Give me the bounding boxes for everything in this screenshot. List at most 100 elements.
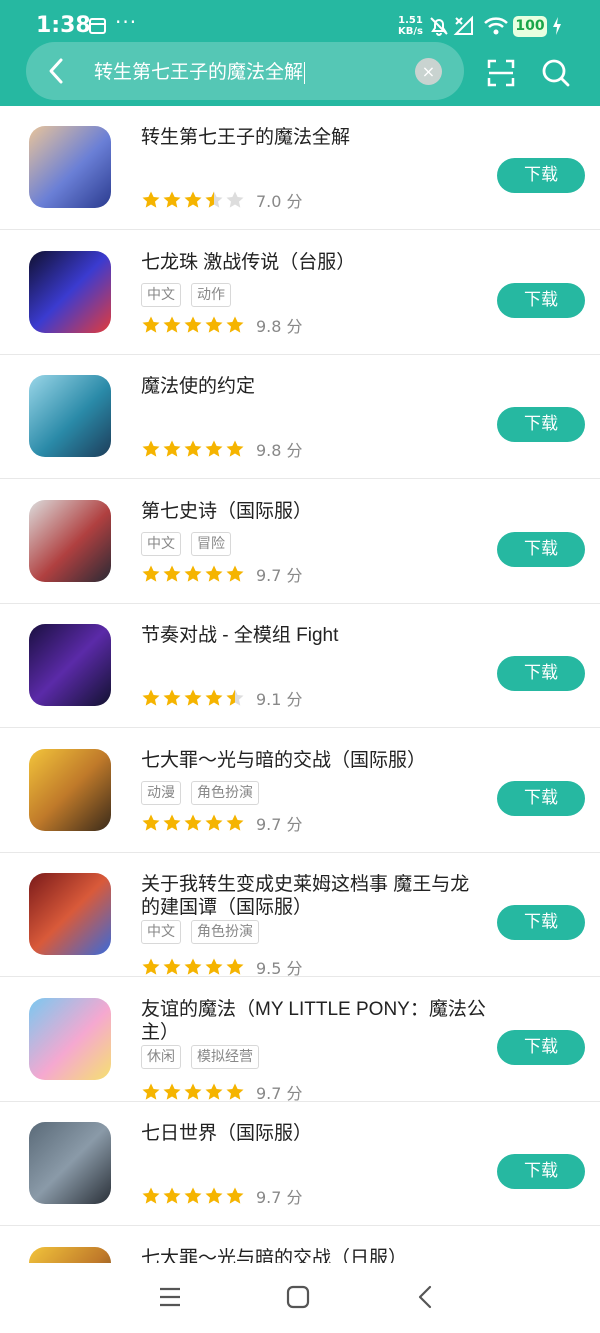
app-icon[interactable] bbox=[29, 499, 111, 582]
search-results-list[interactable]: 转生第七王子的魔法全解 7.0 分下载 七龙珠 激战传说（台服） 中文 动作 9.8 分下… bbox=[0, 106, 600, 1263]
star-icon bbox=[226, 1083, 244, 1100]
download-button[interactable]: 下载 bbox=[497, 656, 585, 691]
app-icon[interactable] bbox=[29, 624, 111, 706]
download-button[interactable]: 下载 bbox=[497, 1029, 585, 1065]
app-name[interactable]: 关于我转生变成史莱姆这档事 魔王与龙的建国谭（国际服） bbox=[141, 873, 486, 919]
app-list-item[interactable]: 七龙珠 激战传说（台服） 中文 动作 9.8 分 下载 bbox=[0, 231, 600, 355]
download-button[interactable]: 下载 bbox=[497, 407, 585, 442]
app-list-item[interactable]: 关于我转生变成史莱姆这档事 魔王与龙的建国谭（国际服） 中文 角色扮演 9.5 分 下载 bbox=[0, 853, 600, 978]
app-icon[interactable] bbox=[29, 126, 111, 208]
star-icon bbox=[142, 814, 160, 831]
star-icon bbox=[163, 1187, 181, 1204]
star-icon bbox=[205, 814, 223, 831]
rating-score: 7.0 分 bbox=[256, 192, 303, 211]
app-icon[interactable] bbox=[29, 375, 111, 457]
star-icon bbox=[163, 565, 181, 582]
download-button[interactable]: 下载 bbox=[497, 905, 585, 940]
app-icon[interactable] bbox=[29, 748, 111, 831]
star-icon bbox=[205, 1187, 223, 1204]
star-icon bbox=[226, 316, 244, 333]
app-name[interactable]: 节奏对战 - 全模组 Fight bbox=[141, 624, 486, 647]
app-list-item[interactable]: 节奏对战 - 全模组 Fight 9.1 分 下载 bbox=[0, 604, 600, 728]
rating-stars: 9.7 分 bbox=[141, 811, 303, 835]
app-tag: 模拟经营 bbox=[191, 1044, 259, 1069]
rating-score: 9.8 分 bbox=[256, 316, 303, 336]
star-icon bbox=[226, 1187, 244, 1204]
app-tag: 冒险 bbox=[191, 531, 231, 556]
star-icon bbox=[205, 689, 223, 706]
star-icon bbox=[205, 565, 223, 582]
star-icon bbox=[142, 1187, 160, 1204]
calendar-icon bbox=[89, 18, 106, 34]
app-list-item[interactable]: 七大罪～光与暗的交战（日服） bbox=[0, 1227, 600, 1264]
download-button[interactable]: 下载 bbox=[497, 531, 585, 567]
battery-level: 100 bbox=[513, 16, 547, 37]
download-button[interactable]: 下载 bbox=[497, 158, 585, 193]
star-icon bbox=[184, 1187, 202, 1204]
app-list-item[interactable]: 转生第七王子的魔法全解 7.0 分 下载 bbox=[0, 106, 600, 230]
app-list-item[interactable]: 第七史诗（国际服） 中文 冒险 9.7 分 下载 bbox=[0, 480, 600, 604]
app-name[interactable]: 七大罪～光与暗的交战（国际服） bbox=[141, 749, 486, 772]
clear-search-button[interactable]: × bbox=[415, 58, 442, 85]
star-icon bbox=[226, 440, 244, 457]
star-icon bbox=[226, 565, 244, 582]
rating-score: 9.7 分 bbox=[256, 1188, 303, 1207]
app-list-item[interactable]: 魔法使的约定 9.8 分 下载 bbox=[0, 355, 600, 479]
app-list-item[interactable]: 七大罪～光与暗的交战（国际服） 动漫 角色扮演 9.7 分 下载 bbox=[0, 729, 600, 853]
app-icon[interactable] bbox=[29, 1246, 111, 1263]
app-icon[interactable] bbox=[29, 873, 111, 955]
app-name[interactable]: 第七史诗（国际服） bbox=[141, 500, 486, 523]
star-icon bbox=[184, 440, 202, 457]
app-icon[interactable] bbox=[29, 997, 111, 1080]
star-icon bbox=[142, 958, 160, 975]
rating-stars: 9.7 分 bbox=[141, 1184, 303, 1208]
star-icon bbox=[226, 191, 244, 208]
app-tags: 中文 动作 bbox=[141, 282, 231, 307]
star-icon bbox=[226, 814, 244, 831]
search-input[interactable]: 转生第七王子的魔法全解 bbox=[94, 57, 305, 84]
app-tag: 中文 bbox=[141, 920, 181, 944]
rating-stars: 9.8 分 bbox=[141, 313, 303, 337]
no-signal-icon bbox=[453, 15, 473, 35]
app-icon[interactable] bbox=[29, 250, 111, 333]
star-icon bbox=[205, 440, 223, 457]
app-name[interactable]: 七日世界（国际服） bbox=[141, 1122, 486, 1145]
rating-stars: 9.7 分 bbox=[141, 562, 303, 586]
app-name[interactable]: 七大罪～光与暗的交战（日服） bbox=[141, 1247, 486, 1264]
back-icon[interactable] bbox=[414, 1285, 438, 1309]
star-icon bbox=[163, 440, 181, 457]
app-list-item[interactable]: 七日世界（国际服） 9.7 分 下载 bbox=[0, 1102, 600, 1226]
mute-bell-icon bbox=[430, 17, 448, 36]
star-icon bbox=[184, 1083, 202, 1100]
app-list-item[interactable]: 友谊的魔法（MY LITTLE PONY：魔法公主） 休闲 模拟经营 9.7 分 下载 bbox=[0, 978, 600, 1103]
more-notifications-icon: ··· bbox=[115, 10, 138, 34]
charging-icon bbox=[553, 17, 561, 35]
app-tags: 休闲 模拟经营 bbox=[141, 1044, 259, 1069]
home-icon[interactable] bbox=[286, 1285, 310, 1309]
rating-score: 9.1 分 bbox=[256, 690, 303, 709]
back-arrow-icon[interactable] bbox=[45, 56, 67, 86]
rating-score: 9.8 分 bbox=[256, 441, 303, 460]
star-icon bbox=[142, 689, 160, 706]
star-icon bbox=[163, 1083, 181, 1100]
app-icon[interactable] bbox=[29, 1122, 111, 1204]
app-tag: 中文 bbox=[141, 531, 181, 556]
scan-icon[interactable] bbox=[486, 58, 516, 88]
download-button[interactable]: 下载 bbox=[497, 780, 585, 816]
app-name[interactable]: 七龙珠 激战传说（台服） bbox=[141, 251, 486, 274]
star-icon bbox=[163, 191, 181, 208]
star-icon bbox=[142, 316, 160, 333]
network-speed: 1.51 KB/s bbox=[398, 15, 423, 37]
search-icon[interactable] bbox=[541, 58, 571, 88]
star-icon bbox=[205, 958, 223, 975]
star-icon bbox=[184, 191, 202, 208]
menu-icon[interactable] bbox=[158, 1285, 182, 1309]
rating-stars: 9.8 分 bbox=[141, 437, 303, 461]
download-button[interactable]: 下载 bbox=[497, 1154, 585, 1189]
header: 1:38 ··· 1.51 KB/s 100 转生第七王子的魔法全解 × bbox=[0, 0, 600, 106]
app-name[interactable]: 友谊的魔法（MY LITTLE PONY：魔法公主） bbox=[141, 998, 486, 1044]
network-speed-unit: KB/s bbox=[398, 26, 423, 37]
app-name[interactable]: 转生第七王子的魔法全解 bbox=[141, 126, 486, 149]
app-name[interactable]: 魔法使的约定 bbox=[141, 375, 486, 398]
download-button[interactable]: 下载 bbox=[497, 282, 585, 318]
